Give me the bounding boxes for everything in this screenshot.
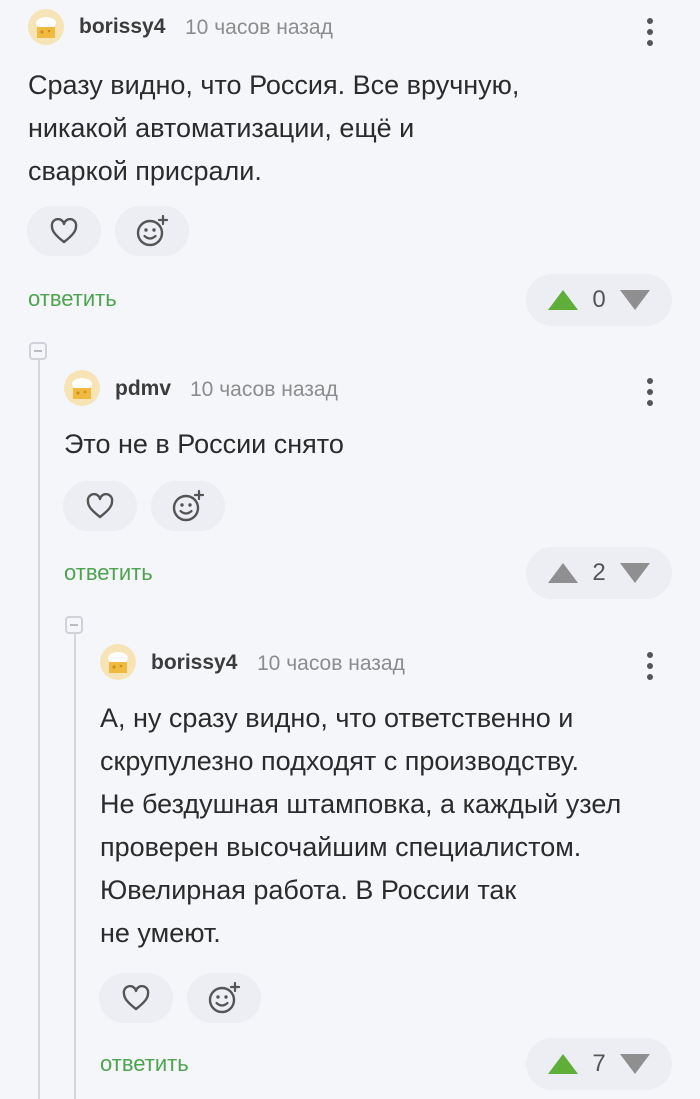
comment-text: А, ну сразу видно, что ответственно и ск…	[100, 703, 622, 948]
thread-line-level-1	[38, 360, 40, 1099]
emoji-add-icon	[172, 489, 205, 522]
emoji-add-icon	[136, 214, 169, 247]
heart-icon	[122, 985, 150, 1011]
comment-text: Это не в России снято	[64, 429, 344, 459]
comment-author[interactable]: pdmv	[115, 377, 171, 401]
heart-icon	[50, 218, 78, 244]
avatar-cheese-icon	[36, 17, 56, 38]
more-vertical-icon[interactable]	[640, 648, 660, 684]
add-reaction-button[interactable]	[151, 481, 225, 531]
comment-time: 10 часов назад	[190, 378, 338, 401]
heart-icon	[86, 493, 114, 519]
more-vertical-icon[interactable]	[640, 374, 660, 410]
reply-button[interactable]: ответить	[100, 1051, 189, 1077]
collapse-icon[interactable]	[65, 616, 83, 634]
like-button[interactable]	[27, 206, 101, 256]
comment-author[interactable]: borissy4	[79, 15, 165, 39]
more-vertical-icon[interactable]	[640, 14, 660, 50]
avatar[interactable]	[28, 9, 64, 45]
reply-button[interactable]: ответить	[64, 560, 153, 586]
vote-down-icon[interactable]	[619, 289, 651, 311]
comment-time: 10 часов назад	[257, 652, 405, 675]
like-button[interactable]	[63, 481, 137, 531]
avatar[interactable]	[100, 644, 136, 680]
rating-value: 7	[592, 1050, 606, 1077]
avatar-cheese-icon	[72, 378, 92, 399]
comment-time: 10 часов назад	[185, 16, 333, 39]
rating-widget: 2	[526, 547, 672, 599]
vote-down-icon[interactable]	[619, 562, 651, 584]
vote-up-icon[interactable]	[547, 1053, 579, 1075]
rating-widget: 7	[526, 1038, 672, 1090]
avatar-cheese-icon	[108, 652, 128, 673]
vote-down-icon[interactable]	[619, 1053, 651, 1075]
rating-value: 2	[592, 559, 606, 586]
add-reaction-button[interactable]	[115, 206, 189, 256]
comment-text: Сразу видно, что Россия. Все вручную, ни…	[28, 70, 520, 186]
comment: borissy4 10 часов назад Сразу видно, что…	[0, 0, 700, 330]
rating-widget: 0	[526, 274, 672, 326]
collapse-icon[interactable]	[29, 342, 47, 360]
reply-button[interactable]: ответить	[28, 286, 117, 312]
thread-line-level-2	[74, 634, 76, 1099]
add-reaction-button[interactable]	[187, 973, 261, 1023]
emoji-add-icon	[208, 981, 241, 1014]
comment-author[interactable]: borissy4	[151, 651, 237, 675]
rating-value: 0	[592, 286, 606, 313]
vote-up-icon[interactable]	[547, 289, 579, 311]
avatar[interactable]	[64, 370, 100, 406]
vote-up-icon[interactable]	[547, 562, 579, 584]
like-button[interactable]	[99, 973, 173, 1023]
